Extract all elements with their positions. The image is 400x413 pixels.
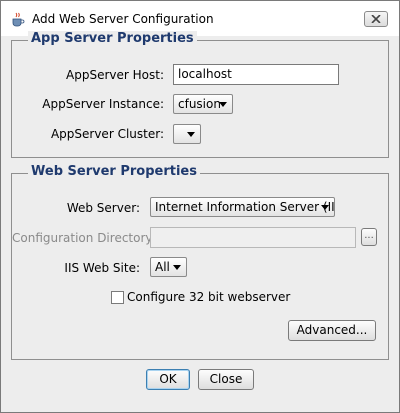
configure-32bit-label[interactable]: Configure 32 bit webserver [127,290,290,304]
web-server-properties-group: Web Server Properties Web Server: Intern… [11,164,389,360]
window-close-button[interactable] [364,11,388,27]
configuration-directory-label: Configuration Directory: [12,231,156,245]
chevron-down-icon [187,132,195,137]
close-icon [371,15,381,23]
appserver-host-input[interactable]: localhost [173,64,339,85]
ok-button[interactable]: OK [146,369,190,390]
appserver-host-label: AppServer Host: [66,68,164,82]
web-server-select[interactable]: Internet Information Server (IIS) [150,197,335,217]
browse-directory-button[interactable]: ... [361,228,377,246]
window-title: Add Web Server Configuration [32,12,214,26]
chevron-down-icon [173,265,181,270]
java-cup-icon [10,11,26,27]
appserver-instance-value: cfusion [178,97,221,111]
chevron-down-icon [321,205,329,210]
chevron-down-icon [219,102,227,107]
app-server-properties-legend: App Server Properties [28,31,197,46]
dialog-window: Add Web Server Configuration App Server … [0,0,400,413]
app-server-properties-group: App Server Properties AppServer Host: lo… [11,31,389,158]
appserver-cluster-label: AppServer Cluster: [50,127,164,141]
web-server-properties-legend: Web Server Properties [28,164,200,179]
iis-web-site-select[interactable]: All [150,257,187,277]
web-server-value: Internet Information Server (IIS) [155,200,335,214]
web-server-label: Web Server: [66,201,140,215]
configure-32bit-checkbox[interactable] [111,291,124,304]
close-button[interactable]: Close [198,369,254,390]
advanced-button[interactable]: Advanced... [288,320,376,341]
configuration-directory-input[interactable] [150,227,356,248]
appserver-instance-label: AppServer Instance: [42,97,164,111]
appserver-cluster-select[interactable] [173,124,201,144]
iis-web-site-value: All [155,260,170,274]
dialog-content: App Server Properties AppServer Host: lo… [1,31,399,412]
appserver-instance-select[interactable]: cfusion [173,94,233,114]
iis-web-site-label: IIS Web Site: [64,261,140,275]
